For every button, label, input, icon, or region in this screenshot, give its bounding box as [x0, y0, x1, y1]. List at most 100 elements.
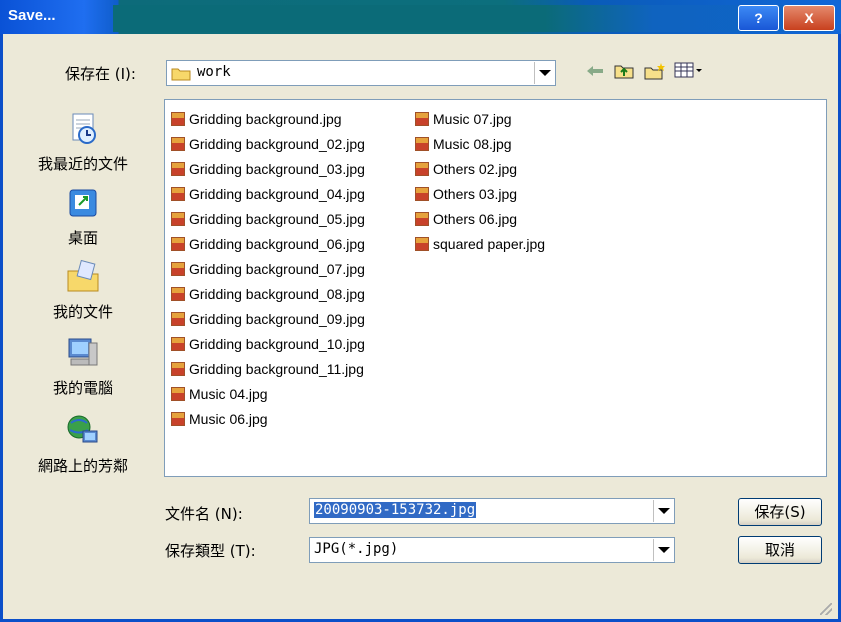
file-name: Others 03.jpg	[433, 185, 518, 202]
jpg-file-icon	[415, 236, 429, 251]
my-computer-icon	[68, 338, 98, 366]
jpg-file-icon	[171, 411, 185, 426]
chevron-down-icon[interactable]	[534, 62, 554, 84]
file-name: Gridding background_04.jpg	[189, 185, 365, 202]
place-my-documents[interactable]: 我的文件	[9, 259, 157, 322]
jpg-file-icon	[415, 111, 429, 126]
chevron-down-icon[interactable]	[653, 500, 673, 522]
list-item[interactable]: Music 04.jpg	[171, 381, 365, 406]
list-item[interactable]: Gridding background_09.jpg	[171, 306, 365, 331]
close-button[interactable]: X	[783, 5, 835, 31]
list-item[interactable]: Others 02.jpg	[415, 156, 545, 181]
file-name: Others 06.jpg	[433, 210, 518, 227]
jpg-file-icon	[171, 211, 185, 226]
jpg-file-icon	[415, 186, 429, 201]
new-folder-icon[interactable]	[644, 62, 666, 84]
jpg-file-icon	[171, 311, 185, 326]
jpg-file-icon	[415, 211, 429, 226]
file-name: Gridding background_06.jpg	[189, 235, 365, 252]
my-documents-icon	[67, 259, 99, 292]
up-folder-icon[interactable]	[613, 62, 635, 84]
file-name: Gridding background_05.jpg	[189, 210, 365, 227]
file-name: Gridding background.jpg	[189, 110, 342, 127]
save-in-label: 保存在 (I):	[65, 65, 136, 83]
network-places-icon	[67, 415, 98, 443]
jpg-file-icon	[171, 136, 185, 151]
list-item[interactable]: Gridding background_03.jpg	[171, 156, 365, 181]
file-column-2: Music 07.jpg Music 08.jpg Others 02.jpg …	[415, 106, 545, 256]
jpg-file-icon	[171, 161, 185, 176]
jpg-file-icon	[171, 361, 185, 376]
file-name: Gridding background_07.jpg	[189, 260, 365, 277]
resize-grip[interactable]	[820, 603, 832, 615]
place-network[interactable]: 網路上的芳鄰	[9, 413, 157, 476]
file-name: Music 06.jpg	[189, 410, 268, 427]
place-my-computer[interactable]: 我的電腦	[9, 335, 157, 398]
file-name: Gridding background_11.jpg	[189, 360, 364, 377]
list-item[interactable]: Gridding background_04.jpg	[171, 181, 365, 206]
jpg-file-icon	[171, 286, 185, 301]
place-my-computer-label: 我的電腦	[52, 379, 113, 397]
view-menu-icon[interactable]	[674, 62, 704, 84]
filetype-label: 保存類型 (T):	[165, 542, 256, 560]
list-item[interactable]: Music 06.jpg	[171, 406, 365, 431]
jpg-file-icon	[415, 161, 429, 176]
file-name: Gridding background_08.jpg	[189, 285, 365, 302]
list-item[interactable]: Others 06.jpg	[415, 206, 545, 231]
file-column-1: Gridding background.jpg Gridding backgro…	[171, 106, 365, 431]
places-bar: 我最近的文件 桌面 我的文件 我的電腦 網路上的芳鄰	[9, 99, 157, 475]
list-item[interactable]: Gridding background.jpg	[171, 106, 365, 131]
jpg-file-icon	[171, 111, 185, 126]
list-item[interactable]: Others 03.jpg	[415, 181, 545, 206]
help-button[interactable]: ?	[738, 5, 779, 31]
save-dialog: Save... ? X 保存在 (I): work 我最近的文件 桌面 我的文件…	[0, 0, 841, 622]
list-item[interactable]: Gridding background_11.jpg	[171, 356, 365, 381]
list-item[interactable]: Gridding background_06.jpg	[171, 231, 365, 256]
list-item[interactable]: squared paper.jpg	[415, 231, 545, 256]
list-item[interactable]: Gridding background_05.jpg	[171, 206, 365, 231]
file-name: Gridding background_03.jpg	[189, 160, 365, 177]
jpg-file-icon	[171, 386, 185, 401]
jpg-file-icon	[171, 261, 185, 276]
jpg-file-icon	[171, 186, 185, 201]
desktop-icon	[69, 189, 97, 217]
place-recent[interactable]: 我最近的文件	[9, 111, 157, 174]
recent-documents-icon	[72, 113, 96, 144]
place-desktop[interactable]: 桌面	[9, 185, 157, 248]
save-in-value: work	[197, 64, 231, 80]
file-name: Music 07.jpg	[433, 110, 512, 127]
jpg-file-icon	[415, 136, 429, 151]
jpg-file-icon	[171, 236, 185, 251]
title-bar[interactable]: Save... ? X	[0, 0, 841, 34]
list-item[interactable]: Gridding background_02.jpg	[171, 131, 365, 156]
list-item[interactable]: Music 08.jpg	[415, 131, 545, 156]
file-name: Gridding background_02.jpg	[189, 135, 365, 152]
filename-label: 文件名 (N):	[165, 505, 243, 523]
window-title: Save...	[8, 7, 56, 24]
folder-icon	[171, 68, 191, 81]
place-desktop-label: 桌面	[67, 229, 98, 247]
jpg-file-icon	[171, 336, 185, 351]
list-item[interactable]: Music 07.jpg	[415, 106, 545, 131]
title-bar-band	[113, 5, 833, 32]
list-item[interactable]: Gridding background_07.jpg	[171, 256, 365, 281]
place-my-documents-label: 我的文件	[52, 303, 113, 321]
list-item[interactable]: Gridding background_08.jpg	[171, 281, 365, 306]
file-list[interactable]: Gridding background.jpg Gridding backgro…	[164, 99, 827, 477]
place-network-label: 網路上的芳鄰	[37, 457, 128, 475]
file-name: squared paper.jpg	[433, 235, 546, 252]
file-name: Gridding background_09.jpg	[189, 310, 365, 327]
list-item[interactable]: Gridding background_10.jpg	[171, 331, 365, 356]
chevron-down-icon[interactable]	[653, 539, 673, 561]
save-button[interactable]: 保存(S)	[738, 498, 822, 526]
back-arrow-icon[interactable]	[584, 62, 606, 84]
cancel-button[interactable]: 取消	[738, 536, 822, 564]
file-name: Gridding background_10.jpg	[189, 335, 365, 352]
file-name: Music 04.jpg	[189, 385, 268, 402]
file-name: Music 08.jpg	[433, 135, 512, 152]
filename-value: 20090903-153732.jpg	[314, 502, 477, 518]
filetype-combo[interactable]: JPG(*.jpg)	[309, 537, 675, 563]
filename-combo[interactable]: 20090903-153732.jpg	[309, 498, 675, 524]
save-in-combo[interactable]: work	[166, 60, 556, 86]
file-name: Others 02.jpg	[433, 160, 518, 177]
